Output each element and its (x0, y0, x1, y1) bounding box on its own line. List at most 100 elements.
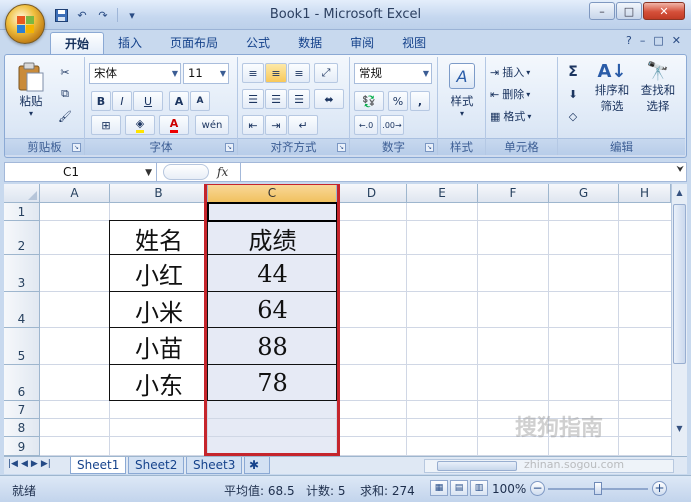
copy-icon[interactable]: ⧉ (55, 85, 75, 103)
tab-page-layout[interactable]: 页面布局 (156, 32, 232, 54)
office-button[interactable] (5, 4, 45, 44)
row-header-1[interactable]: 1 (4, 203, 40, 221)
insert-function-icon[interactable]: fx (217, 165, 228, 179)
font-color-button[interactable]: A (159, 115, 189, 135)
fill-color-button[interactable]: ◈ (125, 115, 155, 135)
number-launcher-icon[interactable]: ↘ (425, 143, 434, 152)
format-cells-button[interactable]: ▦ 格式 ▾ (490, 107, 554, 125)
row-header-4[interactable]: 4 (4, 292, 40, 328)
tab-insert[interactable]: 插入 (104, 32, 156, 54)
alignment-launcher-icon[interactable]: ↘ (337, 143, 346, 152)
column-header-e[interactable]: E (407, 184, 478, 203)
zoom-slider-thumb[interactable] (594, 482, 602, 495)
select-all-corner[interactable] (4, 184, 40, 203)
tab-view[interactable]: 视图 (388, 32, 440, 54)
zoom-out-icon[interactable]: − (530, 481, 545, 496)
column-header-b[interactable]: B (110, 184, 208, 203)
horizontal-scroll-thumb[interactable] (437, 461, 517, 471)
row-header-8[interactable]: 8 (4, 419, 40, 437)
name-box-dropdown-icon[interactable]: ▼ (145, 164, 152, 182)
sheet-tab-1[interactable]: Sheet1 (70, 457, 127, 474)
page-layout-view-icon[interactable]: ▤ (450, 480, 468, 496)
row-header-3[interactable]: 3 (4, 255, 40, 292)
styles-button[interactable]: A 样式 ▾ (444, 63, 480, 118)
align-bottom-button[interactable]: ≡ (288, 63, 310, 83)
underline-button[interactable]: U (133, 91, 163, 111)
column-header-f[interactable]: F (478, 184, 549, 203)
italic-button[interactable]: I (112, 91, 132, 111)
prev-sheet-icon[interactable]: ◀ (21, 459, 28, 469)
close-button[interactable]: ✕ (643, 2, 685, 20)
number-format-dropdown-icon[interactable]: ▼ (423, 64, 429, 83)
insert-sheet-button[interactable]: ✱ (244, 457, 270, 474)
maximize-button[interactable]: □ (616, 2, 642, 20)
scroll-down-icon[interactable]: ▼ (673, 422, 686, 436)
expand-formula-bar-icon[interactable]: ⮟ (676, 165, 684, 175)
row-header-5[interactable]: 5 (4, 328, 40, 365)
tab-formulas[interactable]: 公式 (232, 32, 284, 54)
tab-review[interactable]: 审阅 (336, 32, 388, 54)
zoom-in-icon[interactable]: + (652, 481, 667, 496)
font-size-combo[interactable]: 11 ▼ (183, 63, 229, 84)
align-middle-button[interactable]: ≡ (265, 63, 287, 83)
normal-view-icon[interactable]: ▦ (430, 480, 448, 496)
column-header-h[interactable]: H (619, 184, 671, 203)
ribbon-restore-button[interactable]: □ (653, 34, 663, 47)
cut-icon[interactable]: ✂ (55, 63, 75, 81)
ribbon-close-button[interactable]: ✕ (672, 34, 681, 47)
help-icon[interactable]: ? (626, 34, 632, 47)
sheet-tab-2[interactable]: Sheet2 (128, 457, 185, 474)
vertical-scrollbar[interactable]: ▲ ▼ (671, 184, 687, 456)
align-top-button[interactable]: ≡ (242, 63, 264, 83)
last-sheet-icon[interactable]: ▶| (41, 459, 51, 469)
align-right-button[interactable]: ☰ (288, 89, 310, 109)
tab-data[interactable]: 数据 (284, 32, 336, 54)
align-center-button[interactable]: ☰ (265, 89, 287, 109)
row-header-6[interactable]: 6 (4, 365, 40, 401)
phonetic-button[interactable]: wén (195, 115, 229, 135)
orientation-button[interactable]: ⤢ (314, 63, 338, 83)
insert-cells-button[interactable]: ⇥ 插入 ▾ (490, 63, 554, 81)
font-name-dropdown-icon[interactable]: ▼ (172, 64, 178, 83)
column-header-g[interactable]: G (549, 184, 619, 203)
delete-cells-button[interactable]: ⇤ 删除 ▾ (490, 85, 554, 103)
fill-icon[interactable]: ⬇ (562, 85, 584, 103)
increase-decimal-button[interactable]: ←.0 (354, 115, 378, 135)
column-header-d[interactable]: D (337, 184, 407, 203)
percent-button[interactable]: % (388, 91, 408, 111)
comma-button[interactable]: , (410, 91, 430, 111)
next-sheet-icon[interactable]: ▶ (31, 459, 38, 469)
autosum-icon[interactable]: Σ (562, 63, 584, 81)
decrease-indent-button[interactable]: ⇤ (242, 115, 264, 135)
font-name-combo[interactable]: 宋体 ▼ (89, 63, 181, 84)
sort-filter-button[interactable]: A↓ 排序和 筛选 (590, 61, 634, 114)
decrease-decimal-button[interactable]: .00→ (380, 115, 404, 135)
row-header-2[interactable]: 2 (4, 221, 40, 255)
bold-button[interactable]: B (91, 91, 111, 111)
clear-icon[interactable]: ◇ (562, 107, 584, 125)
ribbon-minimize-button[interactable]: – (640, 34, 646, 47)
sheet-tab-3[interactable]: Sheet3 (186, 457, 243, 474)
wrap-text-button[interactable]: ↵ (288, 115, 318, 135)
format-painter-icon[interactable]: 🖌 (55, 107, 75, 125)
formula-input[interactable] (240, 163, 666, 181)
row-header-7[interactable]: 7 (4, 401, 40, 419)
align-left-button[interactable]: ☰ (242, 89, 264, 109)
paste-button[interactable]: 粘贴 ▾ (13, 61, 49, 118)
zoom-level[interactable]: 100% (492, 482, 526, 496)
increase-indent-button[interactable]: ⇥ (265, 115, 287, 135)
clipboard-launcher-icon[interactable]: ↘ (72, 143, 81, 152)
currency-button[interactable]: 💱 (354, 91, 384, 111)
vertical-scroll-thumb[interactable] (673, 204, 686, 364)
font-launcher-icon[interactable]: ↘ (225, 143, 234, 152)
first-sheet-icon[interactable]: |◀ (8, 459, 18, 469)
merge-center-button[interactable]: ⬌ (314, 89, 344, 109)
find-select-button[interactable]: 🔭 查找和 选择 (636, 61, 680, 114)
font-size-dropdown-icon[interactable]: ▼ (220, 64, 226, 83)
borders-button[interactable]: ⊞ (91, 115, 121, 135)
tab-home[interactable]: 开始 (50, 32, 105, 54)
page-break-view-icon[interactable]: ▥ (470, 480, 488, 496)
shrink-font-button[interactable]: A (190, 91, 210, 111)
number-format-combo[interactable]: 常规 ▼ (354, 63, 432, 84)
minimize-button[interactable]: – (589, 2, 615, 20)
